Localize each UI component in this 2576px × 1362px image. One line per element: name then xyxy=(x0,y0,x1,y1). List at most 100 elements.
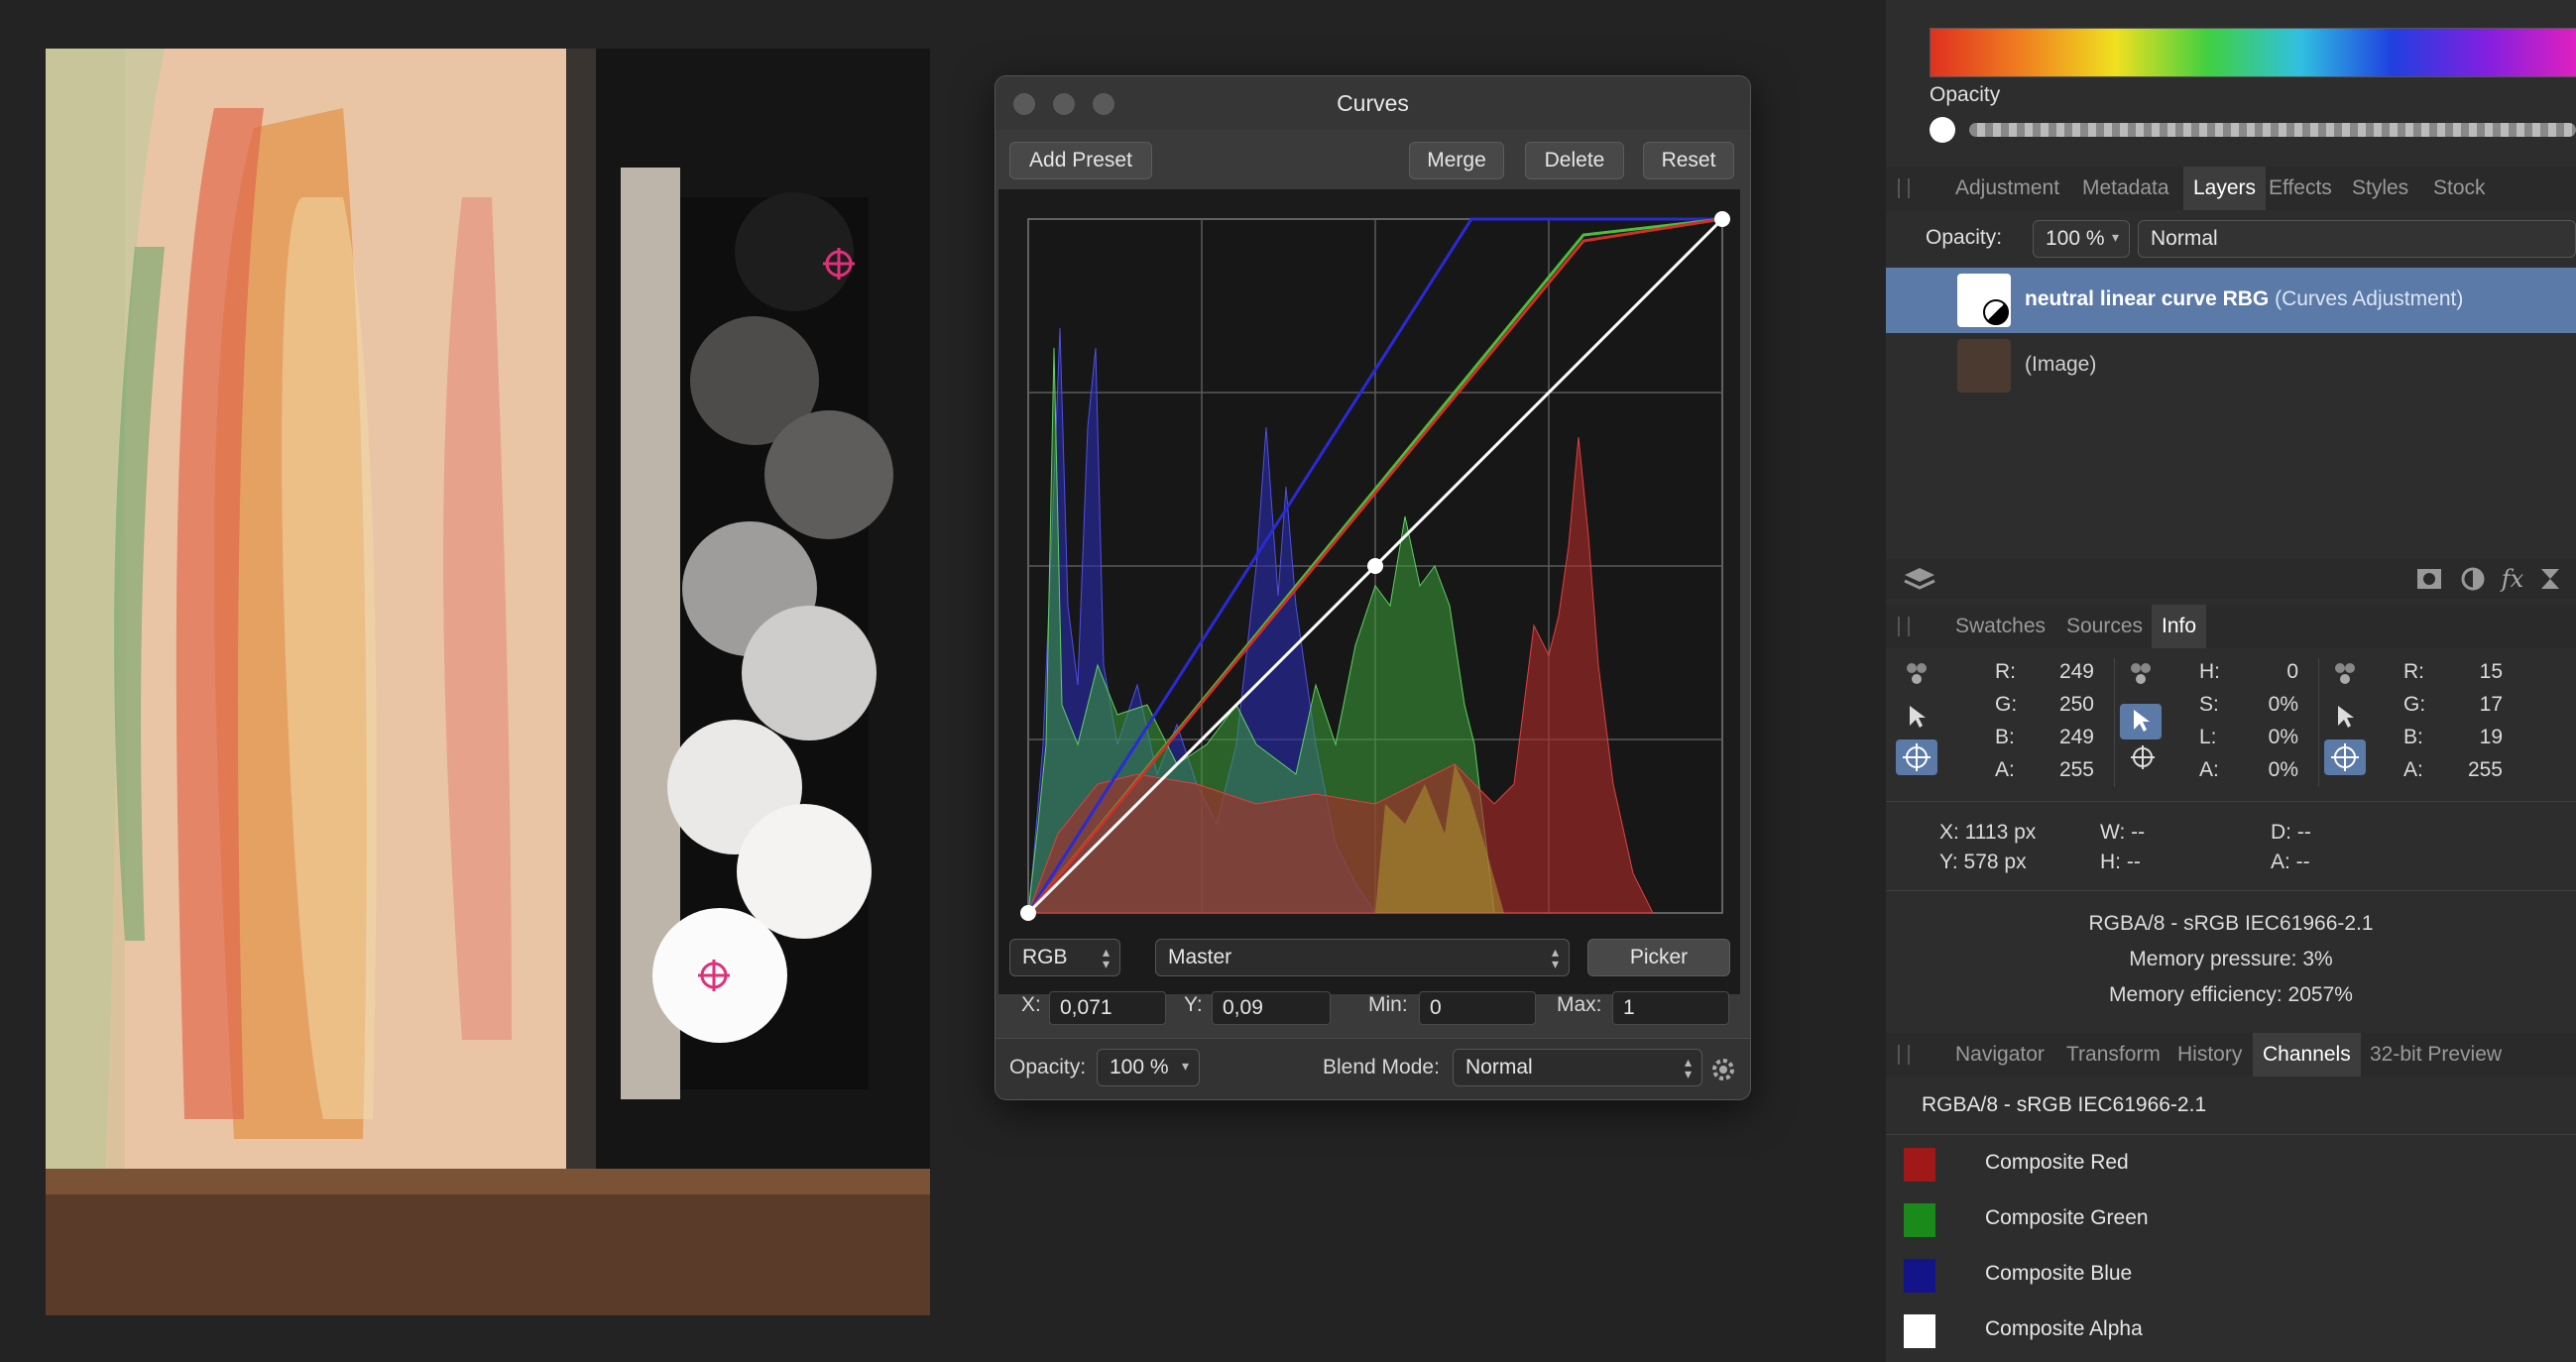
crosshair-icon[interactable] xyxy=(1896,739,1937,775)
color-mode-icon[interactable] xyxy=(2130,662,2152,693)
info3-a-value: 255 xyxy=(2467,758,2503,781)
color-space-select[interactable]: RGB ▴ ▾ xyxy=(1009,939,1120,976)
merge-button[interactable]: Merge xyxy=(1409,142,1504,179)
y-input[interactable]: 0,09 xyxy=(1212,991,1331,1025)
max-label: Max: xyxy=(1557,993,1602,1016)
tab-history[interactable]: History xyxy=(2177,1043,2242,1067)
min-label: Min: xyxy=(1368,993,1408,1016)
tab-metadata[interactable]: Metadata xyxy=(2082,176,2169,200)
fx-icon[interactable]: fx xyxy=(2493,561,2532,597)
tab-navigator[interactable]: Navigator xyxy=(1955,1043,2045,1067)
tab-info[interactable]: Info xyxy=(2152,605,2207,648)
tab-transform[interactable]: Transform xyxy=(2066,1043,2161,1067)
gear-icon[interactable] xyxy=(1710,1057,1736,1082)
info2-s-label: S: xyxy=(2199,693,2219,716)
drag-handle-icon[interactable] xyxy=(1898,617,1910,636)
distance-readout: D: -- xyxy=(2271,821,2311,844)
hue-spectrum[interactable] xyxy=(1930,28,2576,77)
divider xyxy=(1886,801,2576,802)
blend-mode-select[interactable]: Normal ▴ ▾ xyxy=(1453,1049,1702,1086)
delete-layer-icon[interactable] xyxy=(2530,561,2570,597)
blue-channel-thumbnail xyxy=(1904,1259,1935,1293)
info1-a-value: 255 xyxy=(2058,758,2094,781)
info3-g-value: 17 xyxy=(2479,693,2503,716)
layer-row-selected[interactable]: neutral linear curve RBG (Curves Adjustm… xyxy=(1886,268,2576,333)
channel-row-alpha[interactable]: Composite Alpha xyxy=(1886,1303,2576,1358)
layers-blend-value: Normal xyxy=(2151,227,2218,250)
photo-image xyxy=(46,49,930,1315)
reset-button[interactable]: Reset xyxy=(1643,142,1734,179)
picker-button[interactable]: Picker xyxy=(1587,939,1730,976)
info1-g-value: 250 xyxy=(2058,693,2094,716)
pointer-icon[interactable] xyxy=(2336,704,2356,735)
channel-row-red[interactable]: Composite Red xyxy=(1886,1136,2576,1192)
tab-stock[interactable]: Stock xyxy=(2433,176,2486,200)
layers-stack-icon[interactable] xyxy=(1900,561,1939,597)
layers-blend-select[interactable]: Normal xyxy=(2138,220,2576,258)
delete-button[interactable]: Delete xyxy=(1525,142,1624,179)
info1-g-label: G: xyxy=(1995,693,2018,716)
tab-sources[interactable]: Sources xyxy=(2066,615,2143,638)
curve-graph-area[interactable] xyxy=(998,189,1740,994)
tab-styles[interactable]: Styles xyxy=(2352,176,2408,200)
document-canvas[interactable] xyxy=(46,49,930,1315)
info3-r-label: R: xyxy=(2403,660,2424,683)
opacity-slider-handle[interactable] xyxy=(1930,117,1955,143)
info2-a-value: 0% xyxy=(2268,758,2298,781)
info-readouts: R: G: B: A: 249 250 249 255 H: S: L: A: … xyxy=(1886,648,2576,807)
layers-opacity-select[interactable]: 100 % ▾ xyxy=(2033,220,2130,258)
tab-swatches[interactable]: Swatches xyxy=(1955,615,2046,638)
info1-r-label: R: xyxy=(1995,660,2016,683)
pointer-icon[interactable] xyxy=(1908,704,1928,735)
layer-row-image[interactable]: (Image) xyxy=(1886,333,2576,398)
channel-select[interactable]: Master ▴ ▾ xyxy=(1155,939,1570,976)
channel-value: Master xyxy=(1168,946,1232,968)
mask-icon[interactable] xyxy=(2409,561,2449,597)
divider xyxy=(1886,1134,2576,1135)
divider xyxy=(1886,890,2576,891)
x-input[interactable]: 0,071 xyxy=(1049,991,1166,1025)
dialog-footer: Opacity: 100 % ▾ Blend Mode: Normal ▴ ▾ xyxy=(995,1038,1750,1099)
channel-row-green[interactable]: Composite Green xyxy=(1886,1192,2576,1247)
cursor-x-readout: X: 1113 px xyxy=(1939,821,2037,844)
info3-b-value: 19 xyxy=(2479,726,2503,748)
info3-r-value: 15 xyxy=(2479,660,2503,683)
red-channel-thumbnail xyxy=(1904,1148,1935,1182)
tab-32bit-preview[interactable]: 32-bit Preview xyxy=(2370,1043,2502,1067)
y-label: Y: xyxy=(1184,993,1203,1016)
min-input[interactable]: 0 xyxy=(1419,991,1536,1025)
cursor-y-readout: Y: 578 px xyxy=(1939,851,2027,873)
tab-channels[interactable]: Channels xyxy=(2253,1033,2361,1077)
divider xyxy=(2318,658,2319,787)
drag-handle-icon[interactable] xyxy=(1898,178,1910,198)
info1-a-label: A: xyxy=(1995,758,2015,781)
curve-graph[interactable] xyxy=(998,189,1740,994)
pointer-icon[interactable] xyxy=(2120,704,2162,739)
adjustment-contrast-icon[interactable] xyxy=(2453,561,2493,597)
stepper-icon: ▴ ▾ xyxy=(1102,944,1110,971)
top-tab-bar: Adjustment Metadata Layers Effects Style… xyxy=(1886,167,2576,210)
opacity-slider[interactable] xyxy=(1969,123,2576,137)
layer-type: (Curves Adjustment) xyxy=(2275,287,2464,310)
tab-effects[interactable]: Effects xyxy=(2269,176,2332,200)
layers-toolbar: fx xyxy=(1886,559,2576,599)
crosshair-icon[interactable] xyxy=(2324,739,2366,775)
stepper-icon: ▴ ▾ xyxy=(1551,944,1559,971)
max-input[interactable]: 1 xyxy=(1612,991,1729,1025)
add-preset-button[interactable]: Add Preset xyxy=(1009,142,1152,179)
tab-layers[interactable]: Layers xyxy=(2183,167,2267,210)
info1-b-label: B: xyxy=(1995,726,2015,748)
color-mode-icon[interactable] xyxy=(1906,662,1928,688)
layer-label: neutral linear curve RBG (Curves Adjustm… xyxy=(2025,287,2463,311)
opacity-label: Opacity: xyxy=(1009,1056,1087,1078)
info2-a-label: A: xyxy=(2199,758,2219,781)
tab-adjustment[interactable]: Adjustment xyxy=(1955,176,2059,200)
width-readout: W: -- xyxy=(2100,821,2146,844)
channel-row-blue[interactable]: Composite Blue xyxy=(1886,1247,2576,1303)
drag-handle-icon[interactable] xyxy=(1898,1045,1910,1065)
info2-l-value: 0% xyxy=(2268,726,2298,748)
color-mode-icon[interactable] xyxy=(2334,662,2356,693)
crosshair-icon[interactable] xyxy=(2130,743,2156,776)
channel-name: Composite Red xyxy=(1985,1151,2129,1174)
opacity-select[interactable]: 100 % ▾ xyxy=(1097,1049,1200,1086)
